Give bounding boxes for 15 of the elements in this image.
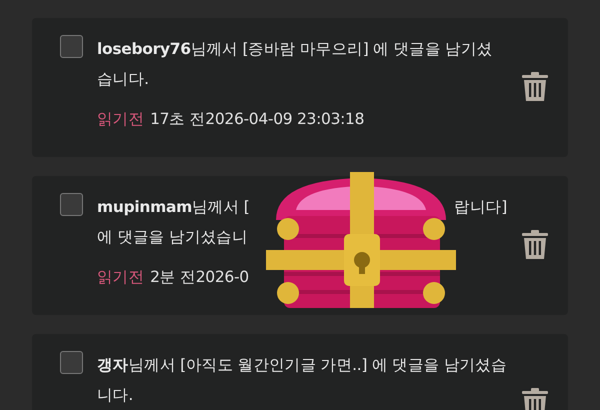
message-fragment: 에 댓글을 남기셨습니 xyxy=(97,227,248,248)
delete-icon[interactable] xyxy=(522,388,548,410)
timestamp: 17초 전2026-04-09 23:03:18 xyxy=(150,109,364,130)
checkbox[interactable] xyxy=(60,193,83,216)
checkbox[interactable] xyxy=(60,351,83,374)
checkbox[interactable] xyxy=(60,35,83,58)
unread-label: 읽기전 xyxy=(97,109,144,130)
delete-icon[interactable] xyxy=(522,230,548,260)
delete-icon[interactable] xyxy=(522,72,548,102)
timestamp: 2분 전2026-0 xyxy=(150,267,249,288)
message-fragment: 랍니다] xyxy=(454,197,507,218)
notification-message: losebory76님께서 [증바람 마무으리] 에 댓글을 남기셨습니다. xyxy=(97,39,494,90)
unread-label: 읽기전 xyxy=(97,267,144,288)
notification-message: mupinmam님께서 [ xyxy=(97,197,250,218)
notification-message: 갱자님께서 [아직도 월간인기글 가면..] 에 댓글을 남기셨습니다. xyxy=(97,355,507,406)
